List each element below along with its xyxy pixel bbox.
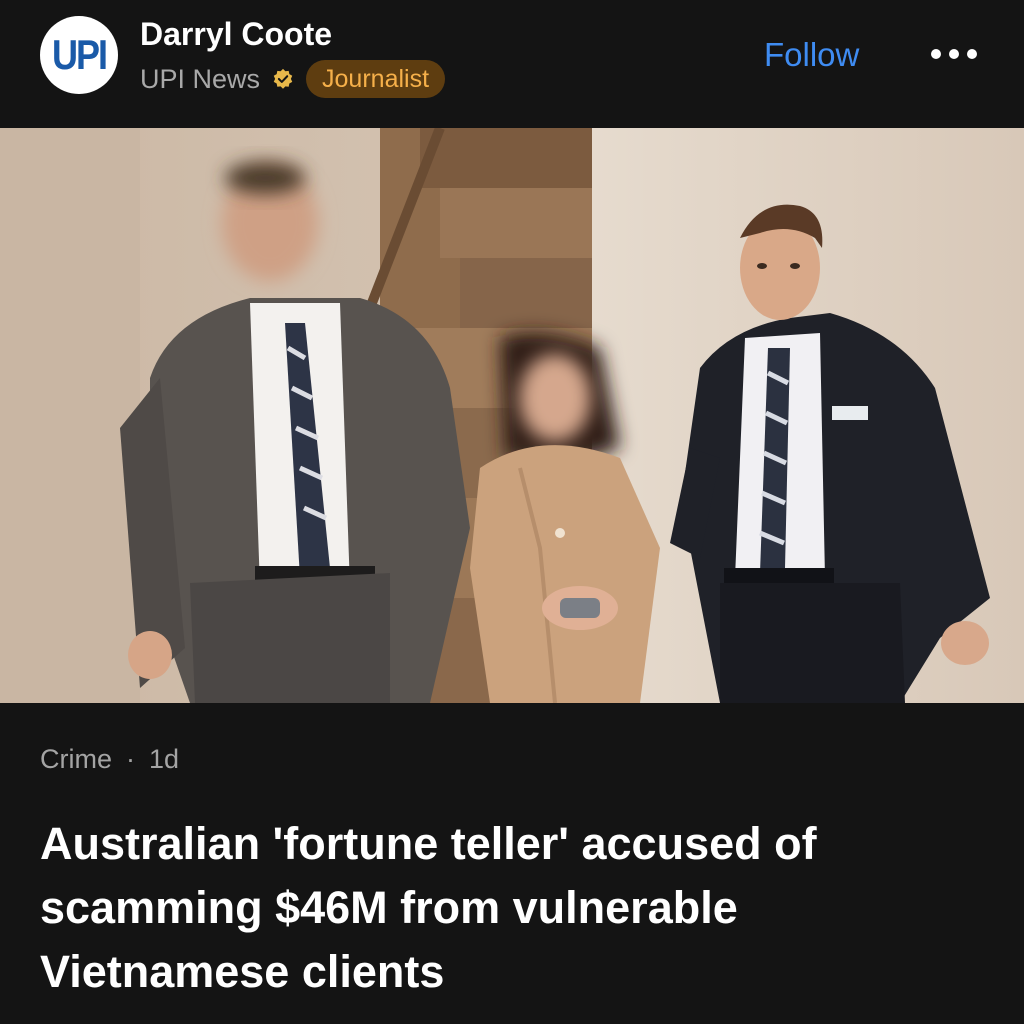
publisher-avatar[interactable]: UPI — [40, 16, 118, 94]
article-meta: Crime · 1d — [40, 744, 179, 775]
article-image[interactable] — [0, 128, 1024, 703]
more-horizontal-icon — [931, 49, 977, 59]
follow-button[interactable]: Follow — [756, 32, 867, 78]
meta-separator: · — [126, 744, 135, 774]
author-name[interactable]: Darryl Coote — [140, 16, 332, 53]
verified-badge-icon — [273, 68, 293, 89]
post-age: 1d — [149, 744, 180, 774]
source-row: UPI News Journalist — [140, 60, 446, 98]
source-name[interactable]: UPI News — [140, 64, 260, 95]
avatar-logo-text: UPI — [51, 30, 108, 79]
more-options-button[interactable] — [924, 36, 984, 72]
post-header: UPI Darryl Coote UPI News Journalist Fol… — [0, 0, 1024, 128]
journalist-badge: Journalist — [306, 60, 446, 98]
category-label[interactable]: Crime — [40, 744, 112, 775]
article-photo — [0, 128, 1024, 703]
article-headline[interactable]: Australian 'fortune teller' accused of s… — [40, 812, 990, 1004]
